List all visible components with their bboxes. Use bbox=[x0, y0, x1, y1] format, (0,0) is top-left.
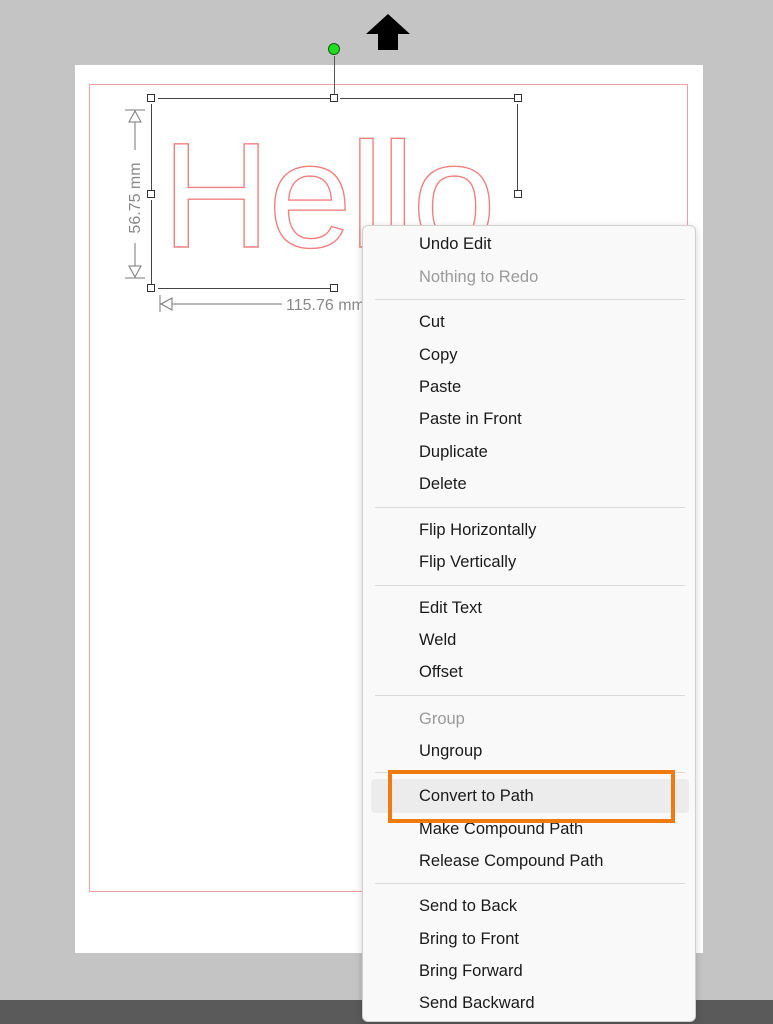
menu-item-release-compound-path[interactable]: Release Compound Path bbox=[419, 852, 603, 871]
menu-item-bring-to-front[interactable]: Bring to Front bbox=[419, 930, 519, 949]
menu-item-nothing-to-redo: Nothing to Redo bbox=[419, 268, 539, 286]
rotate-handle-icon[interactable] bbox=[328, 43, 340, 55]
menu-separator bbox=[375, 299, 685, 300]
menu-item-flip-vertically[interactable]: Flip Vertically bbox=[419, 553, 516, 572]
menu-item-send-to-back[interactable]: Send to Back bbox=[419, 897, 517, 916]
menu-item-flip-horizontally[interactable]: Flip Horizontally bbox=[419, 521, 536, 540]
menu-item-weld[interactable]: Weld bbox=[419, 631, 456, 650]
context-menu: Undo Edit Nothing to Redo Cut Copy Paste… bbox=[362, 225, 696, 1022]
menu-separator bbox=[375, 585, 685, 586]
up-arrow-icon[interactable] bbox=[364, 12, 412, 52]
menu-item-undo-edit[interactable]: Undo Edit bbox=[419, 235, 491, 254]
selection-edge-top-left bbox=[158, 98, 330, 99]
menu-separator bbox=[375, 695, 685, 696]
height-dimension-label: 56.75 mm bbox=[127, 162, 144, 234]
menu-item-group: Group bbox=[419, 710, 465, 728]
menu-item-paste-in-front[interactable]: Paste in Front bbox=[419, 410, 522, 429]
menu-item-ungroup[interactable]: Ungroup bbox=[419, 742, 482, 761]
menu-item-paste[interactable]: Paste bbox=[419, 378, 461, 397]
menu-item-delete[interactable]: Delete bbox=[419, 475, 467, 494]
menu-separator bbox=[375, 507, 685, 508]
menu-item-cut[interactable]: Cut bbox=[419, 313, 445, 332]
selection-edge-top-right bbox=[340, 98, 514, 99]
menu-item-send-backward[interactable]: Send Backward bbox=[419, 994, 535, 1013]
resize-handle-top-right[interactable] bbox=[514, 94, 522, 102]
menu-separator bbox=[375, 883, 685, 884]
menu-item-duplicate[interactable]: Duplicate bbox=[419, 443, 488, 462]
rotate-handle-stem bbox=[334, 56, 335, 94]
menu-item-bring-forward[interactable]: Bring Forward bbox=[419, 962, 523, 981]
menu-item-offset[interactable]: Offset bbox=[419, 663, 463, 682]
menu-item-edit-text[interactable]: Edit Text bbox=[419, 599, 482, 618]
menu-item-copy[interactable]: Copy bbox=[419, 346, 458, 365]
dimension-guides bbox=[125, 109, 282, 312]
convert-to-path-highlight bbox=[388, 770, 675, 823]
